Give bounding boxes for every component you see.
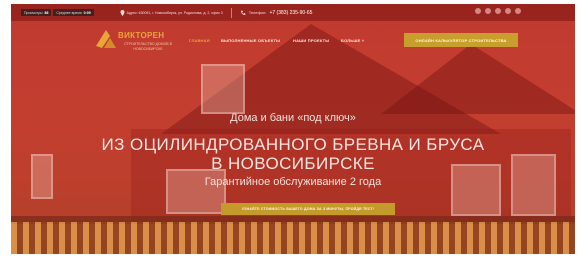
facebook-icon[interactable] [485,8,491,14]
nav-item-more[interactable]: БОЛЬШЕ ˅ [341,38,364,43]
avg-time-label: Среднее время [56,10,82,15]
house-roof-right-illustration [381,44,575,114]
instagram-icon[interactable] [495,8,501,14]
nav-item-projects[interactable]: НАШИ ПРОЕКТЫ [293,38,329,43]
ok-icon[interactable] [505,8,511,14]
avg-time-counter: Среднее время 0:09 [53,9,94,16]
hero-heading: ИЗ ОЦИЛИНДРОВАННОГО БРЕВНА И БРУСА В НОВ… [11,135,575,173]
visits-counter: Просмотры 86 [21,9,52,16]
fence-illustration [11,222,575,254]
hero-heading-line1: ИЗ ОЦИЛИНДРОВАННОГО БРЕВНА И БРУСА [101,135,485,154]
social-links [475,8,521,14]
hero-subheading: Дома и бани «под ключ» [230,112,356,124]
avg-time-value: 0:09 [83,10,91,15]
divider [230,7,232,18]
logo-name: ВИКТОРЕН [118,31,165,40]
top-bar: Просмотры 86 Среднее время 0:09 Адрес: 6… [11,4,575,21]
nav-item-completed-objects[interactable]: ВЫПОЛНЕННЫЕ ОБЪЕКТЫ [221,38,280,43]
visits-label: Просмотры [24,10,43,15]
address-text: Адрес: 630091, г. Новосибирск, ул. Родио… [126,10,223,15]
quiz-cta-button[interactable]: УЗНАЙТЕ СТОИМОСТЬ ВАШЕГО ДОМА ЗА 3 МИНУТ… [221,203,395,215]
hero-section: Просмотры 86 Среднее время 0:09 Адрес: 6… [11,4,575,254]
hero-warranty: Гарантийное обслуживание 2 года [204,176,382,188]
hero-heading-line2: В НОВОСИБИРСКЕ [211,154,375,173]
visits-value: 86 [44,10,49,15]
address: Адрес: 630091, г. Новосибирск, ул. Родио… [120,9,223,16]
phone-block[interactable]: Телефон: +7 (383) 235-90-65 [240,10,312,16]
phone-label: Телефон: [248,10,267,15]
calculator-button[interactable]: ОНЛАЙН КАЛЬКУЛЯТОР СТРОИТЕЛЬСТВА [404,33,518,47]
logo-tagline: СТРОИТЕЛЬСТВО ДОМОВ В НОВОСИБИРСКЕ [124,42,172,51]
phone-number[interactable]: +7 (383) 235-90-65 [269,10,312,16]
vk-icon[interactable] [475,8,481,14]
location-icon [120,9,125,16]
site-logo[interactable]: ВИКТОРЕН СТРОИТЕЛЬСТВО ДОМОВ В НОВОСИБИР… [96,28,176,58]
nav-item-home[interactable]: ГЛАВНАЯ [189,38,210,43]
logo-roof-icon [96,30,116,48]
phone-icon [240,10,246,15]
youtube-icon[interactable] [515,8,521,14]
house-window [201,64,245,114]
